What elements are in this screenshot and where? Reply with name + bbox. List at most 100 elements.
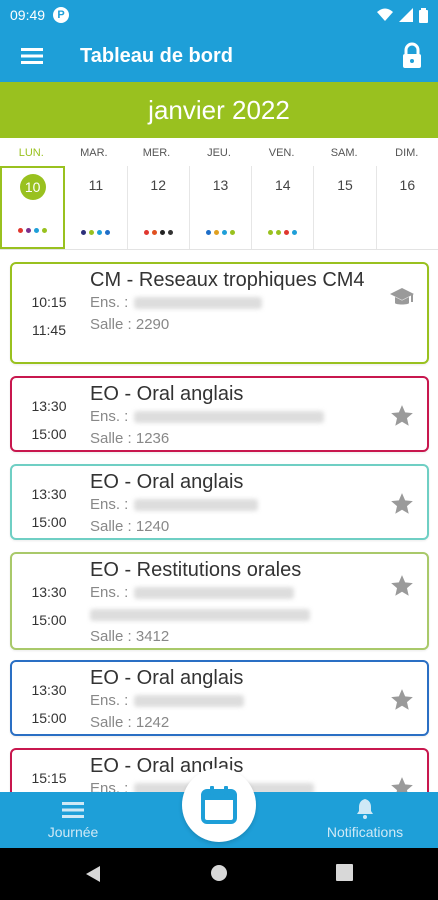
weekday-label: SAM. <box>330 147 358 159</box>
weekday-label: MER. <box>142 147 171 159</box>
event-dot <box>167 230 173 235</box>
teacher-name-redacted <box>134 411 325 424</box>
calendar-day-number: 13 <box>212 177 229 193</box>
calendar-day[interactable]: 11 <box>65 166 128 249</box>
event-dot <box>268 230 274 235</box>
calendar-day-number: 11 <box>88 177 104 193</box>
event-start-time: 15:15 <box>31 770 67 786</box>
wifi-icon <box>377 8 393 21</box>
list-icon <box>62 802 84 818</box>
event-title: EO - Oral anglais <box>90 667 244 689</box>
calendar-day-number: 12 <box>150 177 166 193</box>
event-end-time: 15:00 <box>31 710 67 726</box>
notification-badge-icon: P <box>53 7 70 23</box>
tab-notifications[interactable]: Notifications <box>312 792 418 848</box>
event-dot <box>205 230 211 235</box>
event-title: EO - Restitutions orales <box>90 559 302 581</box>
event-dot <box>26 228 32 233</box>
event-title: EO - Oral anglais <box>90 383 244 405</box>
event-card[interactable]: 10:15 11:45 CM - Reseaux trophiques CM4 Ens… <box>10 262 429 364</box>
calendar-day-number: 14 <box>274 177 291 193</box>
weekday-label: DIM. <box>395 147 419 159</box>
event-room: Salle : 1236 <box>90 430 170 447</box>
week-date-row: 10 11 12 13 14 15 16 <box>0 166 438 250</box>
event-card[interactable]: 13:30 15:00 EO - Oral anglais Ens. : Salle :… <box>10 660 429 736</box>
event-start-time: 13:30 <box>31 682 67 698</box>
star-icon[interactable] <box>389 573 415 599</box>
event-card[interactable]: 13:30 15:00 EO - Oral anglais Ens. : Salle :… <box>10 376 429 452</box>
weekday-label: LUN. <box>18 147 44 159</box>
calendar-day[interactable]: 14 <box>252 166 315 249</box>
event-end-time: 15:00 <box>31 426 67 442</box>
teacher-name-redacted <box>134 695 245 708</box>
event-details: EO - Oral anglais Ens. : Salle : 1236 <box>90 382 377 450</box>
event-teacher: Ens. : <box>90 406 377 428</box>
calendar-day[interactable]: 13 <box>190 166 253 249</box>
calendar-fab-button[interactable] <box>182 768 256 842</box>
calendar-day-number: 15 <box>337 177 353 193</box>
event-dot <box>213 230 219 235</box>
status-bar: 09:49 P <box>0 0 438 30</box>
teacher-label: Ens. : <box>90 692 129 709</box>
calendar-day[interactable]: 16 <box>377 166 438 249</box>
event-dot <box>292 230 298 235</box>
system-nav-bar <box>0 848 438 900</box>
calendar-day[interactable]: 10 <box>0 166 66 249</box>
star-icon[interactable] <box>389 775 415 792</box>
event-dots <box>190 230 251 235</box>
event-dot <box>143 230 149 235</box>
teacher-name-redacted <box>134 587 295 600</box>
event-dot <box>42 228 48 233</box>
event-end-time: 11:45 <box>32 322 66 338</box>
teacher-label: Ens. : <box>90 584 129 601</box>
home-icon[interactable] <box>210 864 228 882</box>
battery-icon <box>419 7 428 23</box>
teacher-label: Ens. : <box>90 496 129 513</box>
tab-journee[interactable]: Journée <box>20 792 126 848</box>
calendar-day-number: 16 <box>399 177 416 193</box>
month-header[interactable]: janvier 2022 <box>0 82 438 138</box>
event-details: CM - Reseaux trophiques CM4 Ens. : Salle :… <box>90 268 377 336</box>
calendar-day[interactable]: 12 <box>128 166 190 249</box>
status-time: 09:49 <box>10 7 46 23</box>
event-room: Salle : 1240 <box>90 518 170 535</box>
event-list[interactable]: 10:15 11:45 CM - Reseaux trophiques CM4 Ens… <box>0 250 438 792</box>
event-dots <box>128 230 189 235</box>
star-icon[interactable] <box>389 403 415 429</box>
event-dot <box>89 230 95 235</box>
event-teacher-continued <box>90 604 377 626</box>
lock-icon[interactable] <box>398 42 426 70</box>
page-title: Tableau de bord <box>80 44 233 67</box>
event-start-time: 10:15 <box>31 294 67 310</box>
event-card[interactable]: 13:30 15:00 EO - Oral anglais Ens. : Salle :… <box>10 464 429 540</box>
recents-icon[interactable] <box>336 864 353 881</box>
calendar-day[interactable]: 15 <box>314 166 377 249</box>
teacher-label: Ens. : <box>90 294 129 311</box>
event-details: EO - Oral anglais Ens. : Salle : 1242 <box>90 666 377 734</box>
star-icon[interactable] <box>389 687 415 713</box>
event-dot <box>221 230 227 235</box>
event-dot <box>151 230 157 235</box>
event-dot <box>34 228 40 233</box>
event-dots <box>252 230 313 235</box>
back-icon[interactable] <box>84 864 102 884</box>
teacher-name-redacted <box>90 609 310 622</box>
event-dot <box>81 230 87 235</box>
signal-icon <box>399 8 413 22</box>
event-start-time: 13:30 <box>31 398 67 414</box>
event-details: EO - Oral anglais Ens. : Salle : 1240 <box>90 470 377 538</box>
event-dot <box>229 230 235 235</box>
event-room: Salle : 2290 <box>90 316 170 333</box>
weekday-label: VEN. <box>268 147 295 159</box>
hamburger-menu-icon[interactable] <box>0 30 64 82</box>
event-dot <box>105 230 111 235</box>
event-details: EO - Restitutions orales Ens. : Salle : 34… <box>90 558 377 648</box>
calendar-icon <box>201 786 237 824</box>
event-teacher: Ens. : <box>90 494 377 516</box>
star-icon[interactable] <box>389 491 415 517</box>
event-dot <box>276 230 282 235</box>
tab-journee-label: Journée <box>47 824 99 840</box>
event-room: Salle : 3412 <box>90 628 170 645</box>
event-card[interactable]: 13:30 15:00 EO - Restitutions orales Ens. :… <box>10 552 429 650</box>
event-end-time: 15:00 <box>31 514 67 530</box>
